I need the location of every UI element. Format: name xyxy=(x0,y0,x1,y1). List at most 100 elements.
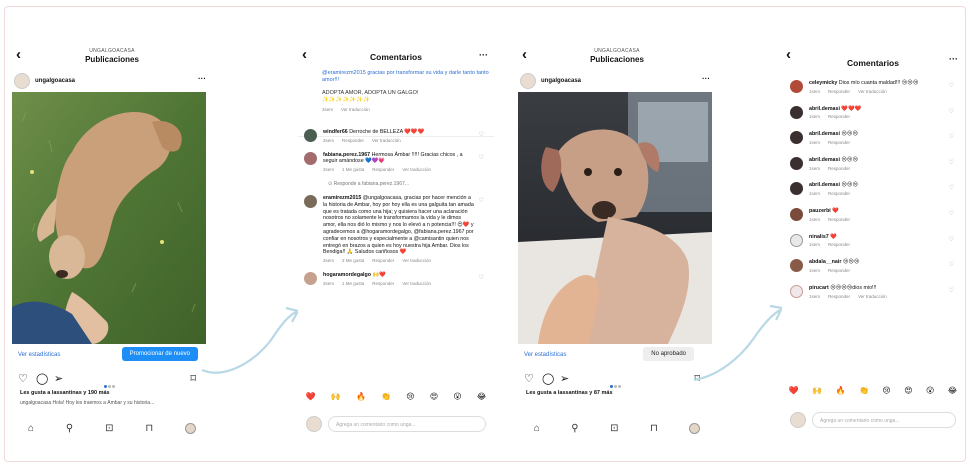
emoji-raised-hands[interactable]: 🙌 xyxy=(812,386,822,402)
comment-like-icon[interactable]: ♡ xyxy=(479,154,484,161)
comment-username[interactable]: abril.demasi xyxy=(809,182,840,188)
comment-username[interactable]: pauzerbi xyxy=(809,208,831,214)
comment-likes-count[interactable]: 1 Me gusta xyxy=(342,281,364,286)
avatar[interactable] xyxy=(790,207,803,221)
emoji-clap[interactable]: 👏 xyxy=(859,386,869,402)
comment-input[interactable]: Agrega un comentario como unga... xyxy=(328,416,486,432)
avatar[interactable] xyxy=(790,259,803,273)
comment-username[interactable]: abril.demasi xyxy=(809,157,840,163)
emoji-clap[interactable]: 👏 xyxy=(381,392,391,408)
view-stats-link[interactable]: Ver estadísticas xyxy=(524,352,566,358)
home-icon[interactable]: ⌂ xyxy=(534,423,540,434)
avatar[interactable] xyxy=(790,80,803,93)
translate-link[interactable]: Ver traducción xyxy=(341,107,370,112)
comment-like-icon[interactable]: ♡ xyxy=(479,197,484,204)
emoji-laugh[interactable]: 😂 xyxy=(477,392,486,408)
comment-username[interactable]: hogaramordegalgo xyxy=(323,272,371,278)
promote-again-button[interactable]: Promocionar de nuevo xyxy=(121,347,198,361)
comment-like-icon[interactable]: ♡ xyxy=(949,159,954,166)
comment-username[interactable]: windfer66 xyxy=(323,129,348,135)
emoji-fire[interactable]: 🔥 xyxy=(836,386,846,402)
emoji-heart-eyes[interactable]: 😍 xyxy=(904,386,912,402)
avatar[interactable] xyxy=(790,284,803,298)
emoji-heart[interactable]: ❤️ xyxy=(306,392,316,408)
profile-avatar-icon[interactable] xyxy=(689,422,701,434)
reply-link[interactable]: Responder xyxy=(828,114,850,119)
reels-icon[interactable]: ⊡ xyxy=(105,423,113,434)
reels-icon[interactable]: ⊡ xyxy=(610,423,618,434)
comment-input[interactable]: Agrega un comentario como unga... xyxy=(812,412,956,428)
share-icon[interactable]: ➢ xyxy=(54,372,63,385)
share-icon[interactable]: ➢ xyxy=(560,372,569,385)
reply-link[interactable]: Responder xyxy=(372,258,394,263)
emoji-heart-eyes[interactable]: 😍 xyxy=(430,392,438,408)
comment-likes-count[interactable]: 2 Me gusta xyxy=(342,258,364,263)
emoji-fire[interactable]: 🔥 xyxy=(356,392,366,408)
comment-like-icon[interactable]: ♡ xyxy=(949,133,954,140)
translate-link[interactable]: Ver traducción xyxy=(402,281,431,286)
avatar[interactable] xyxy=(304,129,317,142)
emoji-wow[interactable]: 😮 xyxy=(453,392,461,408)
home-icon[interactable]: ⌂ xyxy=(28,423,34,434)
comment-like-icon[interactable]: ♡ xyxy=(949,82,954,89)
more-options-icon[interactable]: ··· xyxy=(702,74,710,83)
comment-like-icon[interactable]: ♡ xyxy=(949,184,954,191)
not-approved-status[interactable]: No aprobado xyxy=(643,347,694,361)
avatar[interactable] xyxy=(790,131,803,145)
more-options-icon[interactable]: ··· xyxy=(198,74,206,83)
avatar[interactable] xyxy=(304,194,317,208)
reply-link[interactable]: Responder xyxy=(828,89,850,94)
comment-like-icon[interactable]: ♡ xyxy=(479,274,484,281)
comment-like-icon[interactable]: ♡ xyxy=(949,210,954,217)
avatar[interactable] xyxy=(14,73,30,89)
avatar[interactable] xyxy=(790,182,803,196)
username[interactable]: ungalgoacasa xyxy=(35,78,75,84)
profile-avatar-icon[interactable] xyxy=(185,422,197,434)
comment-username[interactable]: celeymicky xyxy=(809,80,837,86)
reply-link[interactable]: Responder xyxy=(372,281,394,286)
comment-username[interactable]: abril.demasi xyxy=(809,106,840,112)
emoji-cry[interactable]: 😢 xyxy=(406,392,414,408)
avatar[interactable] xyxy=(304,271,317,285)
comment-like-icon[interactable]: ♡ xyxy=(949,108,954,115)
more-options-icon[interactable]: ··· xyxy=(479,50,488,60)
comment-icon[interactable]: ◯ xyxy=(542,372,554,385)
translate-link[interactable]: Ver traducción xyxy=(858,294,887,299)
translate-link[interactable]: Ver traducción xyxy=(402,167,431,172)
comment-username[interactable]: abdala__nair xyxy=(809,259,841,265)
comment-likes-count[interactable]: 1 Me gusta xyxy=(342,167,364,172)
shop-icon[interactable]: ⊓ xyxy=(650,423,658,434)
emoji-laugh[interactable]: 😂 xyxy=(948,386,957,402)
reply-link[interactable]: Responder xyxy=(828,140,850,145)
reply-link[interactable]: Responder xyxy=(342,138,364,143)
reply-link[interactable]: Responder xyxy=(828,242,850,247)
avatar[interactable] xyxy=(304,151,317,165)
reply-link[interactable]: Responder xyxy=(828,166,850,171)
like-heart-icon[interactable]: ♡ xyxy=(18,372,28,385)
translate-link[interactable]: Ver traducción xyxy=(402,258,431,263)
emoji-wow[interactable]: 😮 xyxy=(926,386,934,402)
translate-link[interactable]: Ver traducción xyxy=(372,138,401,143)
reply-link[interactable]: Responder xyxy=(828,217,850,222)
comment-username[interactable]: ninalis7 xyxy=(809,234,829,240)
reply-link[interactable]: Responder xyxy=(828,294,850,299)
reply-link[interactable]: Responder xyxy=(828,268,850,273)
view-stats-link[interactable]: Ver estadísticas xyxy=(18,352,60,358)
comment-like-icon[interactable]: ♡ xyxy=(949,236,954,243)
avatar[interactable] xyxy=(790,233,803,247)
comment-icon[interactable]: ◯ xyxy=(36,372,48,385)
translate-link[interactable]: Ver traducción xyxy=(858,89,887,94)
reply-indicator[interactable]: ⊙ Responde a fabiana.perez.1967... xyxy=(304,181,488,187)
comment-username[interactable]: abril.demasi xyxy=(809,131,840,137)
search-icon[interactable]: ⚲ xyxy=(571,423,578,434)
avatar[interactable] xyxy=(790,105,803,119)
comment-username[interactable]: pirucart xyxy=(809,285,829,291)
comment-like-icon[interactable]: ♡ xyxy=(479,131,484,138)
comment-like-icon[interactable]: ♡ xyxy=(949,287,954,294)
avatar[interactable] xyxy=(520,73,536,89)
like-heart-icon[interactable]: ♡ xyxy=(524,372,534,385)
comment-username[interactable]: eramirezm2015 xyxy=(323,195,361,201)
more-options-icon[interactable]: ··· xyxy=(949,54,958,64)
search-icon[interactable]: ⚲ xyxy=(66,423,73,434)
comment-like-icon[interactable]: ♡ xyxy=(949,261,954,268)
